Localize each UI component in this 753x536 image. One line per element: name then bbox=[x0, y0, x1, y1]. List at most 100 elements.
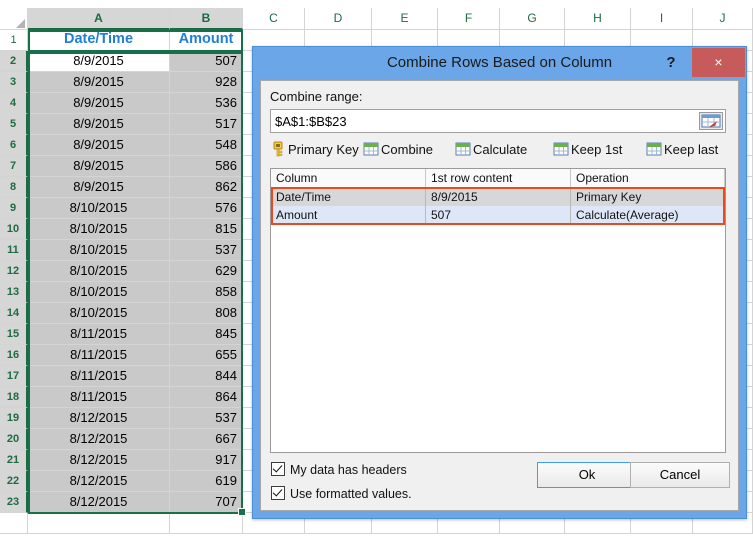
cell-a12[interactable]: 8/10/2015 bbox=[28, 261, 170, 282]
fill-handle[interactable] bbox=[238, 508, 246, 516]
grid-col-header-1[interactable]: 1st row content bbox=[426, 169, 571, 187]
grid-row[interactable]: Amount 507 Calculate(Average) bbox=[271, 206, 725, 224]
column-header-d[interactable]: D bbox=[305, 8, 372, 30]
column-header-g[interactable]: G bbox=[500, 8, 565, 30]
cell-b6[interactable]: 548 bbox=[170, 135, 243, 156]
column-header-b[interactable]: B bbox=[170, 8, 243, 30]
row-header-20[interactable]: 20 bbox=[0, 429, 28, 450]
combine-range-field[interactable] bbox=[270, 109, 726, 133]
cell-b16[interactable]: 655 bbox=[170, 345, 243, 366]
checkbox-use-formatted-values[interactable]: Use formatted values. bbox=[271, 485, 412, 503]
row-header-21[interactable]: 21 bbox=[0, 450, 28, 471]
cell-b4[interactable]: 536 bbox=[170, 93, 243, 114]
dialog-title-bar[interactable]: Combine Rows Based on Column ? × bbox=[253, 47, 746, 78]
row-header-10[interactable]: 10 bbox=[0, 219, 28, 240]
cell-b12[interactable]: 629 bbox=[170, 261, 243, 282]
check-icon[interactable] bbox=[271, 486, 285, 500]
cell-b20[interactable]: 667 bbox=[170, 429, 243, 450]
toolbar-keep-1st[interactable]: Keep 1st bbox=[553, 138, 622, 162]
cell-a4[interactable]: 8/9/2015 bbox=[28, 93, 170, 114]
cell-b10[interactable]: 815 bbox=[170, 219, 243, 240]
row-header-19[interactable]: 19 bbox=[0, 408, 28, 429]
column-header-j[interactable]: J bbox=[693, 8, 753, 30]
row-header-12[interactable]: 12 bbox=[0, 261, 28, 282]
row-header-7[interactable]: 7 bbox=[0, 156, 28, 177]
cell-a21[interactable]: 8/12/2015 bbox=[28, 450, 170, 471]
row-header-16[interactable]: 16 bbox=[0, 345, 28, 366]
row-header-24[interactable] bbox=[0, 513, 28, 534]
grid-row[interactable]: Date/Time 8/9/2015 Primary Key bbox=[271, 188, 725, 206]
row-header-9[interactable]: 9 bbox=[0, 198, 28, 219]
cell-a10[interactable]: 8/10/2015 bbox=[28, 219, 170, 240]
cell-a6[interactable]: 8/9/2015 bbox=[28, 135, 170, 156]
cell-a16[interactable]: 8/11/2015 bbox=[28, 345, 170, 366]
row-header-23[interactable]: 23 bbox=[0, 492, 28, 513]
column-header-h[interactable]: H bbox=[565, 8, 631, 30]
cell-a17[interactable]: 8/11/2015 bbox=[28, 366, 170, 387]
toolbar-calculate[interactable]: Calculate bbox=[455, 138, 527, 162]
checkbox-my-data-has-headers[interactable]: My data has headers bbox=[271, 461, 407, 479]
cell-a7[interactable]: 8/9/2015 bbox=[28, 156, 170, 177]
cell-b14[interactable]: 808 bbox=[170, 303, 243, 324]
cell-b21[interactable]: 917 bbox=[170, 450, 243, 471]
select-all-corner[interactable] bbox=[0, 8, 28, 30]
column-header-f[interactable]: F bbox=[438, 8, 500, 30]
cell-a19[interactable]: 8/12/2015 bbox=[28, 408, 170, 429]
cell-b17[interactable]: 844 bbox=[170, 366, 243, 387]
cell-a11[interactable]: 8/10/2015 bbox=[28, 240, 170, 261]
cell-b1[interactable]: Amount bbox=[170, 30, 243, 51]
cell-a22[interactable]: 8/12/2015 bbox=[28, 471, 170, 492]
cell-a18[interactable]: 8/11/2015 bbox=[28, 387, 170, 408]
cell-b23[interactable]: 707 bbox=[170, 492, 243, 513]
toolbar-combine[interactable]: Combine bbox=[363, 138, 433, 162]
cell-b13[interactable]: 858 bbox=[170, 282, 243, 303]
cell-a15[interactable]: 8/11/2015 bbox=[28, 324, 170, 345]
row-header-1[interactable]: 1 bbox=[0, 30, 28, 51]
column-header-e[interactable]: E bbox=[372, 8, 438, 30]
range-picker-icon[interactable] bbox=[699, 112, 723, 130]
cell-a2[interactable]: 8/9/2015 bbox=[28, 51, 170, 72]
cell-a8[interactable]: 8/9/2015 bbox=[28, 177, 170, 198]
cell-b3[interactable]: 928 bbox=[170, 72, 243, 93]
close-icon[interactable]: × bbox=[692, 48, 745, 77]
column-header-i[interactable]: I bbox=[631, 8, 693, 30]
cell-b5[interactable]: 517 bbox=[170, 114, 243, 135]
row-header-3[interactable]: 3 bbox=[0, 72, 28, 93]
cell-a5[interactable]: 8/9/2015 bbox=[28, 114, 170, 135]
row-header-11[interactable]: 11 bbox=[0, 240, 28, 261]
row-header-8[interactable]: 8 bbox=[0, 177, 28, 198]
column-header-a[interactable]: A bbox=[28, 8, 170, 30]
grid-col-header-2[interactable]: Operation bbox=[571, 169, 725, 187]
row-header-17[interactable]: 17 bbox=[0, 366, 28, 387]
cell-b24[interactable] bbox=[170, 513, 243, 534]
cell-b11[interactable]: 537 bbox=[170, 240, 243, 261]
row-header-14[interactable]: 14 bbox=[0, 303, 28, 324]
combine-range-input[interactable] bbox=[271, 110, 695, 132]
cell-a14[interactable]: 8/10/2015 bbox=[28, 303, 170, 324]
cell-a23[interactable]: 8/12/2015 bbox=[28, 492, 170, 513]
toolbar-primary-key[interactable]: Primary Key bbox=[270, 138, 359, 162]
cell-a1[interactable]: Date/Time bbox=[28, 30, 170, 51]
cell-a9[interactable]: 8/10/2015 bbox=[28, 198, 170, 219]
row-header-13[interactable]: 13 bbox=[0, 282, 28, 303]
cell-a24[interactable] bbox=[28, 513, 170, 534]
grid-col-header-0[interactable]: Column bbox=[271, 169, 426, 187]
combine-rows-dialog[interactable]: Combine Rows Based on Column ? × Combine… bbox=[252, 46, 747, 519]
row-header-18[interactable]: 18 bbox=[0, 387, 28, 408]
row-header-6[interactable]: 6 bbox=[0, 135, 28, 156]
row-header-5[interactable]: 5 bbox=[0, 114, 28, 135]
cell-b9[interactable]: 576 bbox=[170, 198, 243, 219]
operation-toolbar[interactable]: Primary Key Combine Calculate Keep 1st Keep … bbox=[270, 138, 730, 164]
check-icon[interactable] bbox=[271, 462, 285, 476]
cell-a13[interactable]: 8/10/2015 bbox=[28, 282, 170, 303]
row-header-2[interactable]: 2 bbox=[0, 51, 28, 72]
ok-button[interactable]: Ok bbox=[537, 462, 637, 488]
toolbar-keep-last[interactable]: Keep last bbox=[646, 138, 718, 162]
column-header-c[interactable]: C bbox=[243, 8, 305, 30]
cell-b7[interactable]: 586 bbox=[170, 156, 243, 177]
row-header-4[interactable]: 4 bbox=[0, 93, 28, 114]
cell-b15[interactable]: 845 bbox=[170, 324, 243, 345]
cell-b22[interactable]: 619 bbox=[170, 471, 243, 492]
cell-a3[interactable]: 8/9/2015 bbox=[28, 72, 170, 93]
help-icon[interactable]: ? bbox=[659, 50, 683, 75]
